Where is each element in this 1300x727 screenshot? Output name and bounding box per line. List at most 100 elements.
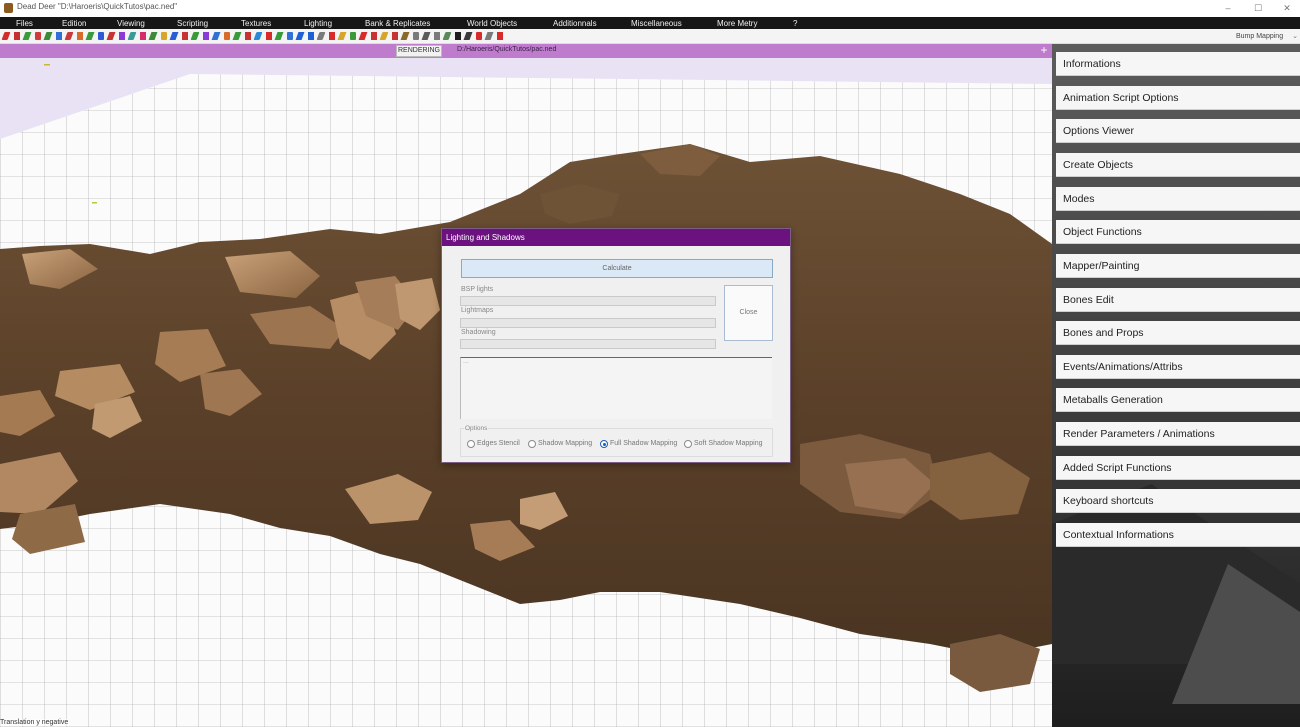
toolbar-tool-icon[interactable] xyxy=(34,32,41,40)
toolbar-tool-icon[interactable] xyxy=(181,32,188,40)
menu-edition[interactable]: Edition xyxy=(62,18,86,29)
panel-button-modes[interactable]: Modes xyxy=(1056,187,1300,211)
menu-more-metry[interactable]: More Metry xyxy=(717,18,757,29)
radio-shadow-mapping[interactable]: Shadow Mapping xyxy=(528,439,592,449)
title-bar: Dead Deer "D:\Haroeris\QuickTutos\pac.ne… xyxy=(0,0,1300,16)
toolbar-tool-icon[interactable] xyxy=(160,32,167,40)
shadowing-label: Shadowing xyxy=(461,329,496,336)
panel-button-bones-and-props[interactable]: Bones and Props xyxy=(1056,321,1300,345)
toolbar-tool-icon[interactable] xyxy=(118,32,125,40)
radio-soft-shadow-mapping[interactable]: Soft Shadow Mapping xyxy=(684,439,763,449)
toolbar-tool-icon[interactable] xyxy=(307,32,314,40)
minimize-button[interactable]: – xyxy=(1218,1,1238,15)
close-window-button[interactable]: ✕ xyxy=(1277,1,1297,15)
status-text: Translation y negative xyxy=(0,719,69,726)
toolbar-tool-icon[interactable] xyxy=(55,32,62,40)
menu-lighting[interactable]: Lighting xyxy=(304,18,332,29)
toolbar-tool-icon[interactable] xyxy=(148,32,158,40)
toolbar-tool-icon[interactable] xyxy=(454,32,461,40)
menu-world-objects[interactable]: World Objects xyxy=(467,18,517,29)
toolbar-tool-icon[interactable] xyxy=(370,32,377,40)
panel-button-events-animations-attribs[interactable]: Events/Animations/Attribs xyxy=(1056,355,1300,379)
panel-button-added-script-functions[interactable]: Added Script Functions xyxy=(1056,456,1300,480)
toolbar-tool-icon[interactable] xyxy=(43,32,53,40)
mode-select-value: Bump Mapping xyxy=(1236,33,1284,40)
menu-files[interactable]: Files xyxy=(16,18,33,29)
toolbar-tool-icon[interactable] xyxy=(22,32,32,40)
calculate-button[interactable]: Calculate xyxy=(461,259,773,278)
toolbar-tool-icon[interactable] xyxy=(316,32,326,40)
log-area[interactable]: ... xyxy=(460,357,772,419)
close-button[interactable]: Close xyxy=(724,285,773,341)
toolbar-tool-icon[interactable] xyxy=(484,32,494,40)
toolbar-tool-icon[interactable] xyxy=(274,32,284,40)
menu-help[interactable]: ? xyxy=(793,18,797,29)
bsp-lights-progress xyxy=(460,296,716,306)
toolbar-tool-icon[interactable] xyxy=(244,32,251,40)
toolbar-tool-icon[interactable] xyxy=(433,32,440,40)
panel-button-render-parameters[interactable]: Render Parameters / Animations xyxy=(1056,422,1300,446)
maximize-button[interactable]: ☐ xyxy=(1248,1,1268,15)
menu-textures[interactable]: Textures xyxy=(241,18,271,29)
file-path-label: D:/Haroeris/QuickTutos/pac.ned xyxy=(457,46,557,53)
toolbar-tool-icon[interactable] xyxy=(496,32,503,40)
add-view-button[interactable]: + xyxy=(1037,44,1051,58)
toolbar-tool-icon[interactable] xyxy=(190,32,200,40)
menu-bank-replicates[interactable]: Bank & Replicates xyxy=(365,18,430,29)
toolbar-tool-icon[interactable] xyxy=(400,32,410,40)
panel-button-metaballs-generation[interactable]: Metaballs Generation xyxy=(1056,388,1300,412)
panel-button-animation-script-options[interactable]: Animation Script Options xyxy=(1056,86,1300,110)
toolbar-tool-icon[interactable] xyxy=(412,32,419,40)
toolbar-tool-icon[interactable] xyxy=(223,32,230,40)
toolbar-tool-icon[interactable] xyxy=(97,32,104,40)
menu-viewing[interactable]: Viewing xyxy=(117,18,145,29)
toolbar-tool-icon[interactable] xyxy=(379,32,389,40)
panel-button-bones-edit[interactable]: Bones Edit xyxy=(1056,288,1300,312)
panel-button-informations[interactable]: Informations xyxy=(1056,52,1300,76)
options-label: Options xyxy=(464,425,489,432)
toolbar-tool-icon[interactable] xyxy=(76,32,83,40)
toolbar-tool-icon[interactable] xyxy=(463,32,473,40)
toolbar-tool-icon[interactable] xyxy=(127,32,137,40)
mode-select[interactable]: Bump Mapping ⌄ xyxy=(1236,31,1298,42)
radio-full-shadow-mapping[interactable]: Full Shadow Mapping xyxy=(600,439,677,449)
radio-edges-stencil[interactable]: Edges Stencil xyxy=(467,439,520,449)
toolbar-tool-icon[interactable] xyxy=(106,32,116,40)
toolbar-tool-icon[interactable] xyxy=(202,32,209,40)
window-title: Dead Deer "D:\Haroeris\QuickTutos\pac.ne… xyxy=(17,2,178,11)
toolbar-tool-icon[interactable] xyxy=(265,32,272,40)
toolbar-tool-icon[interactable] xyxy=(442,32,452,40)
panel-button-create-objects[interactable]: Create Objects xyxy=(1056,153,1300,177)
panel-button-mapper-painting[interactable]: Mapper/Painting xyxy=(1056,254,1300,278)
toolbar-tool-icon[interactable] xyxy=(391,32,398,40)
radio-label: Shadow Mapping xyxy=(538,440,593,447)
toolbar-tool-icon[interactable] xyxy=(169,32,179,40)
panel-button-contextual-informations[interactable]: Contextual Informations xyxy=(1056,523,1300,547)
toolbar-tool-icon[interactable] xyxy=(64,32,74,40)
lightmaps-label: Lightmaps xyxy=(461,307,494,314)
toolbar-tool-icon[interactable] xyxy=(211,32,221,40)
panel-button-object-functions[interactable]: Object Functions xyxy=(1056,220,1300,244)
menu-scripting[interactable]: Scripting xyxy=(177,18,208,29)
toolbar-tool-icon[interactable] xyxy=(358,32,368,40)
toolbar-tool-icon[interactable] xyxy=(139,32,146,40)
toolbar-tool-icon[interactable] xyxy=(475,32,482,40)
radio-label: Full Shadow Mapping xyxy=(610,440,678,447)
toolbar-tool-icon[interactable] xyxy=(1,32,11,40)
rendering-tab[interactable]: RENDERING xyxy=(396,45,442,57)
toolbar-tool-icon[interactable] xyxy=(232,32,242,40)
toolbar-tool-icon[interactable] xyxy=(85,32,95,40)
panel-button-keyboard-shortcuts[interactable]: Keyboard shortcuts xyxy=(1056,489,1300,513)
toolbar-tool-icon[interactable] xyxy=(328,32,335,40)
menu-miscellaneous[interactable]: Miscellaneous xyxy=(631,18,682,29)
toolbar-tool-icon[interactable] xyxy=(13,32,20,40)
toolbar-tool-icon[interactable] xyxy=(253,32,263,40)
panel-button-options-viewer[interactable]: Options Viewer xyxy=(1056,119,1300,143)
toolbar-tool-icon[interactable] xyxy=(421,32,431,40)
toolbar-tool-icon[interactable] xyxy=(286,32,293,40)
menu-additionnals[interactable]: Additionnals xyxy=(553,18,597,29)
toolbar-tool-icon[interactable] xyxy=(295,32,305,40)
shadowing-progress xyxy=(460,339,716,349)
toolbar-tool-icon[interactable] xyxy=(349,32,356,40)
toolbar-tool-icon[interactable] xyxy=(337,32,347,40)
